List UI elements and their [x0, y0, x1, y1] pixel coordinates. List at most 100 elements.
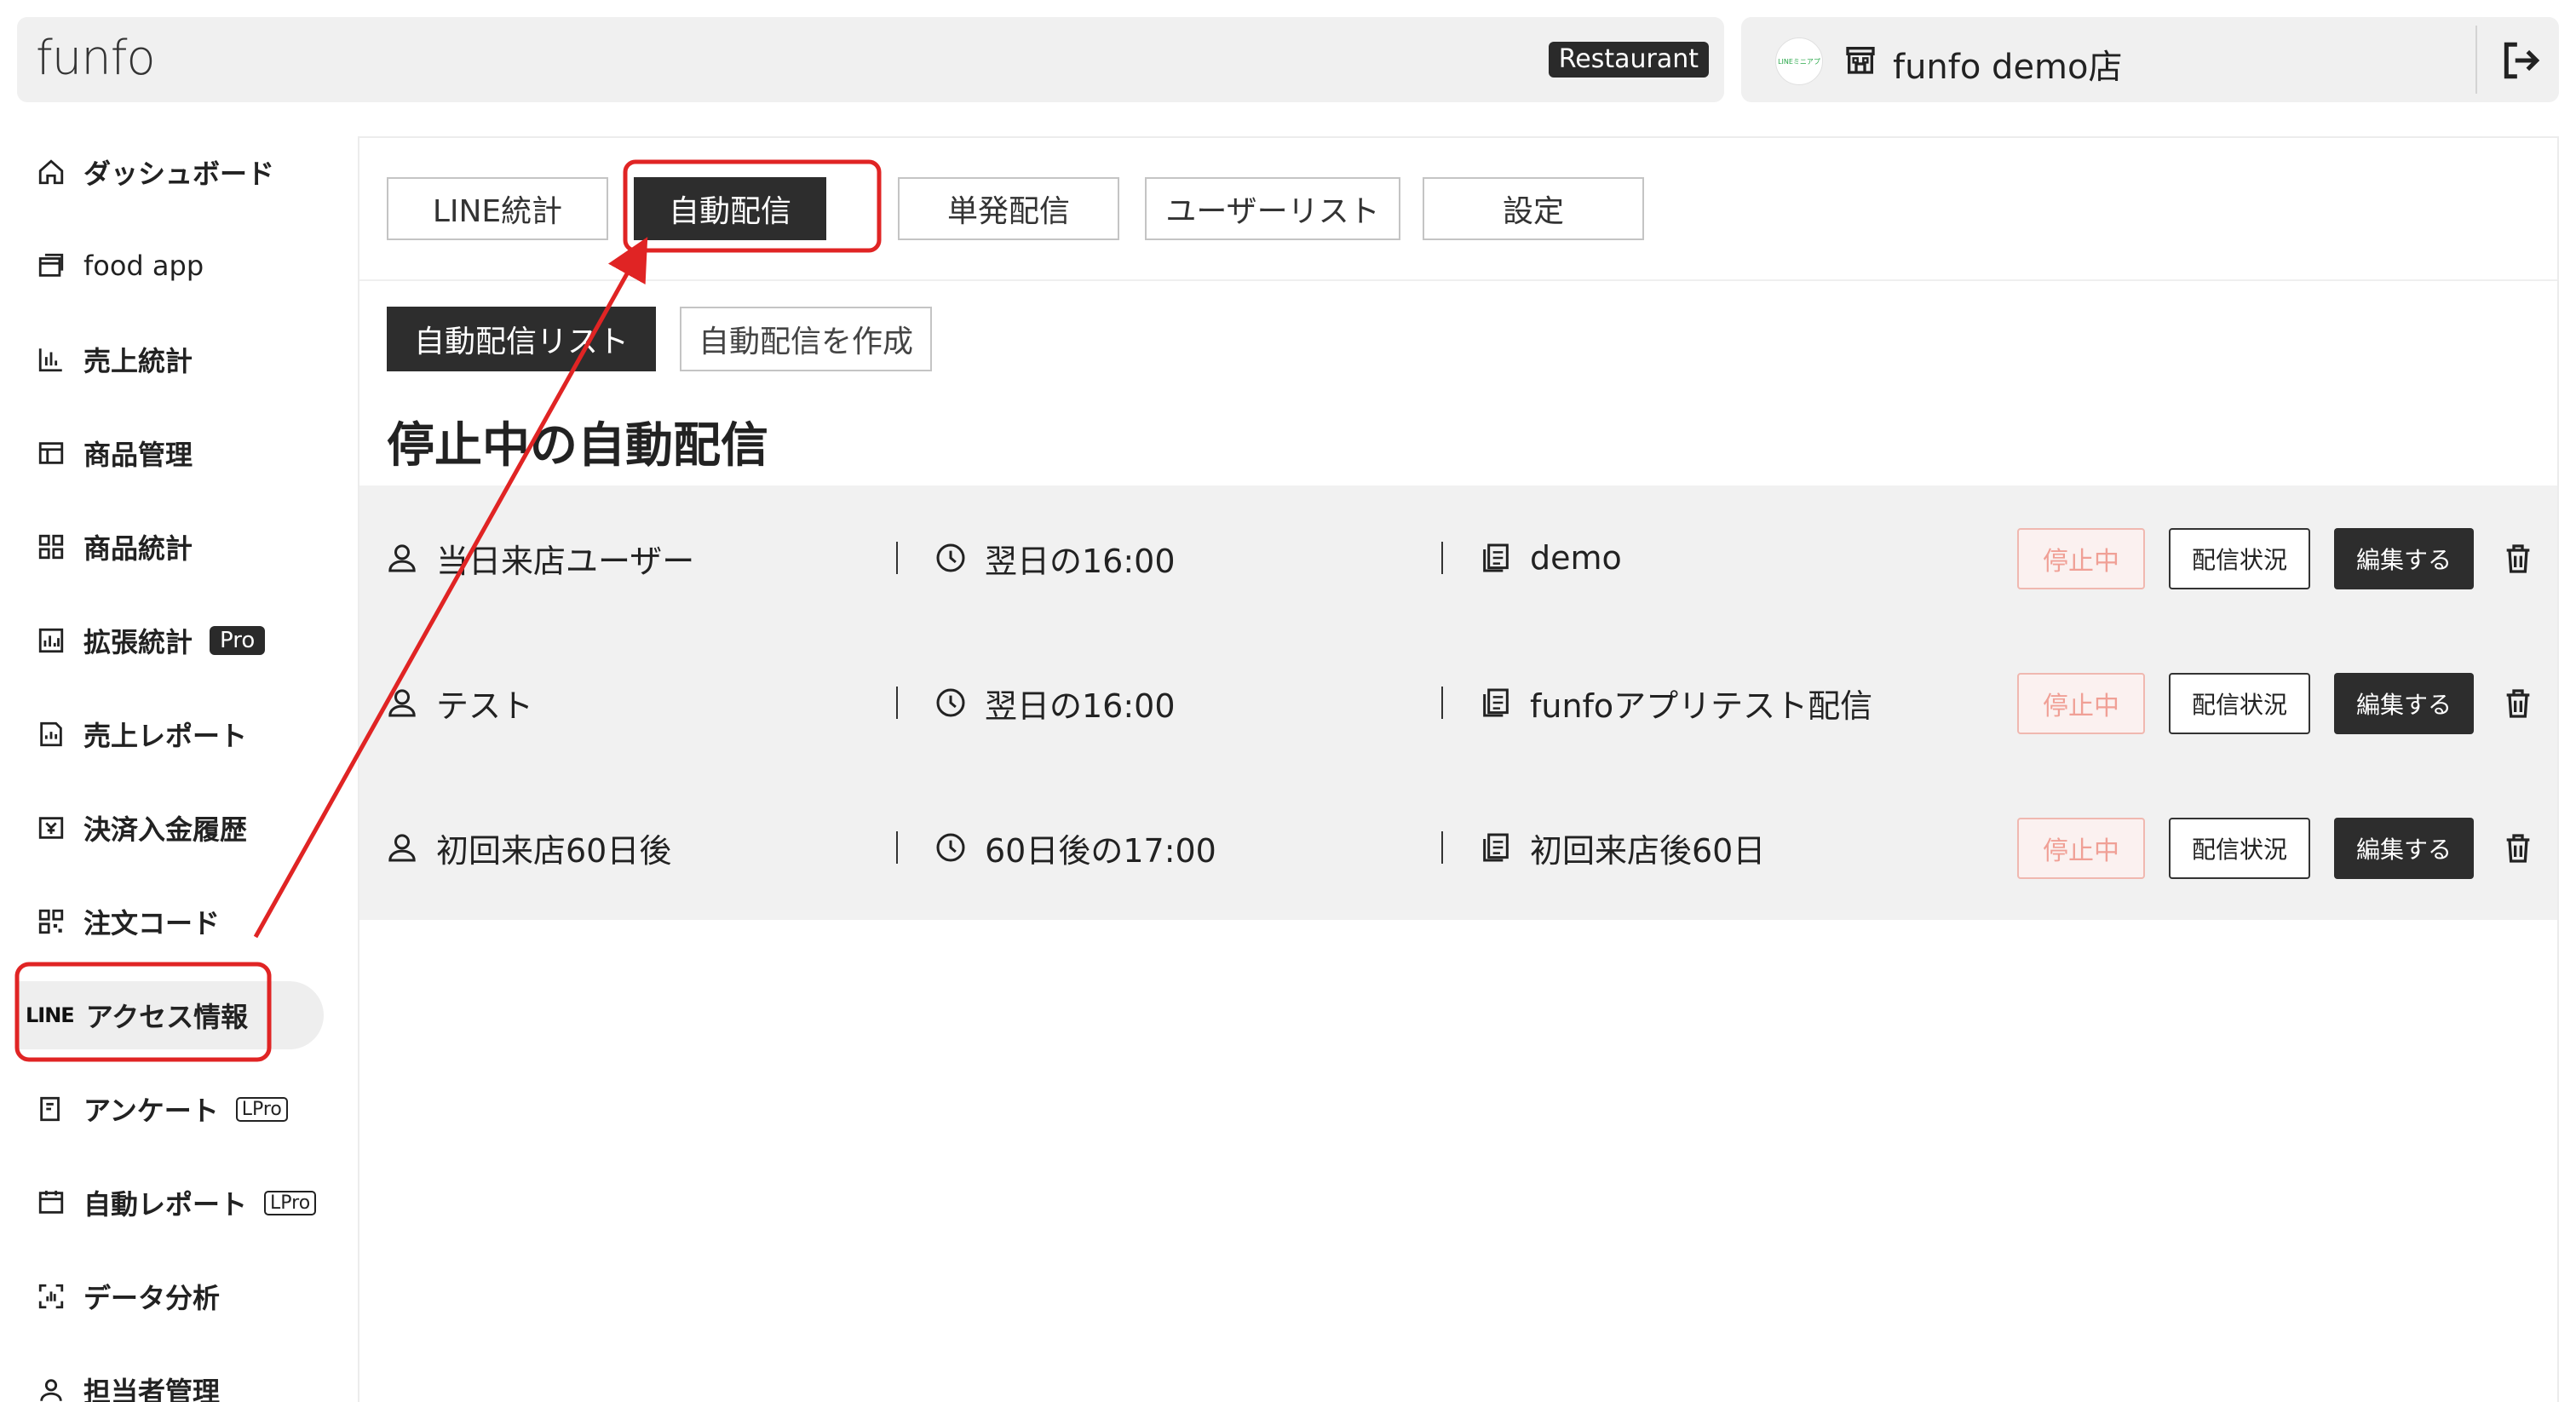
- logout-icon[interactable]: [2499, 39, 2542, 82]
- tab-auto-delivery[interactable]: 自動配信: [634, 177, 826, 240]
- subtab-auto-delivery-list[interactable]: 自動配信リスト: [387, 307, 656, 371]
- sidebar-item-data-analysis[interactable]: データ分析: [17, 1262, 324, 1330]
- document-icon: [1477, 684, 1515, 721]
- document-icon: [1477, 829, 1515, 866]
- edit-button[interactable]: 編集する: [2334, 818, 2474, 879]
- app-logo[interactable]: funfo: [36, 31, 156, 86]
- sidebar-item-label: 担当者管理: [83, 1376, 221, 1402]
- user-icon: [383, 829, 421, 866]
- stopped-badge[interactable]: 停止中: [2017, 673, 2145, 734]
- sidebar-item-label: 自動レポート: [83, 1188, 248, 1221]
- message-cell: funfoアプリテスト配信: [1477, 630, 1872, 775]
- lpro-badge: LPro: [235, 1096, 288, 1122]
- auto-report-icon: [34, 1186, 68, 1220]
- list-item: 当日来店ユーザー 翌日の16:00 demo 停止中 配信状況 編集する: [359, 486, 2557, 630]
- grid-icon: [34, 530, 68, 564]
- sidebar-item-label: 売上レポート: [83, 720, 248, 752]
- message-label: 初回来店後60日: [1530, 831, 1766, 870]
- sidebar-item-order-code[interactable]: 注文コード: [17, 888, 324, 956]
- divider: [896, 542, 898, 574]
- clock-icon: [932, 539, 969, 577]
- trash-icon[interactable]: [2501, 687, 2535, 721]
- staff-icon: [34, 1373, 68, 1402]
- survey-icon: [34, 1092, 68, 1126]
- divider: [896, 831, 898, 864]
- clock-icon: [932, 684, 969, 721]
- sidebar-item-label: 売上統計: [83, 345, 193, 377]
- message-cell: 初回来店後60日: [1477, 775, 1765, 920]
- payment-history-icon: [34, 811, 68, 845]
- message-label: demo: [1530, 539, 1622, 577]
- sidebar-item-label: 決済入金履歴: [83, 813, 248, 846]
- tab-user-list[interactable]: ユーザーリスト: [1145, 177, 1400, 240]
- divider: [1441, 687, 1443, 719]
- schedule-label: 60日後の17:00: [985, 831, 1216, 870]
- section-title: 停止中の自動配信: [387, 418, 768, 474]
- list-item: 初回来店60日後 60日後の17:00 初回来店後60日 停止中 配信状況 編集…: [359, 775, 2557, 920]
- delivery-status-button[interactable]: 配信状況: [2169, 818, 2310, 879]
- schedule-label: 翌日の16:00: [985, 687, 1176, 725]
- trash-icon[interactable]: [2501, 542, 2535, 576]
- delivery-status-button[interactable]: 配信状況: [2169, 528, 2310, 589]
- divider: [1441, 542, 1443, 574]
- delivery-status-button[interactable]: 配信状況: [2169, 673, 2310, 734]
- sidebar-item-sales-stats[interactable]: 売上統計: [17, 325, 324, 394]
- sidebar-item-product-stats[interactable]: 商品統計: [17, 513, 324, 581]
- line-icon: LINE: [26, 1003, 75, 1027]
- top-bar: funfo Restaurant: [17, 17, 1724, 102]
- stopped-badge[interactable]: 停止中: [2017, 818, 2145, 879]
- sidebar-item-label: food app: [83, 250, 204, 282]
- product-table-icon: [34, 436, 68, 470]
- sidebar-item-staff-management[interactable]: 担当者管理: [17, 1356, 324, 1402]
- list-item: テスト 翌日の16:00 funfoアプリテスト配信 停止中 配信状況 編集する: [359, 630, 2557, 775]
- sidebar-item-label: 注文コード: [83, 907, 221, 939]
- sidebar-item-label: アンケート: [83, 1095, 219, 1127]
- message-label: funfoアプリテスト配信: [1530, 687, 1873, 725]
- schedule-cell: 翌日の16:00: [932, 486, 1176, 630]
- sidebar-item-extended-stats[interactable]: 拡張統計 Pro: [17, 606, 324, 675]
- store-name[interactable]: funfo demo店: [1893, 39, 2123, 89]
- main-panel: LINE統計 自動配信 単発配信 ユーザーリスト 設定 自動配信リスト 自動配信…: [358, 136, 2559, 1402]
- report-icon: [34, 717, 68, 751]
- audience-label: 当日来店ユーザー: [436, 542, 695, 580]
- clock-icon: [932, 829, 969, 866]
- sidebar-item-line-access[interactable]: LINE アクセス情報: [17, 981, 324, 1049]
- tab-single-delivery[interactable]: 単発配信: [898, 177, 1119, 240]
- sidebar-item-product-management[interactable]: 商品管理: [17, 419, 324, 487]
- user-icon: [383, 684, 421, 721]
- home-icon: [34, 155, 68, 189]
- edit-button[interactable]: 編集する: [2334, 673, 2474, 734]
- schedule-label: 翌日の16:00: [985, 542, 1176, 580]
- sidebar-item-dashboard[interactable]: ダッシュボード: [17, 138, 324, 206]
- audience-cell: 初回来店60日後: [383, 775, 671, 920]
- sidebar-item-auto-report[interactable]: 自動レポート LPro: [17, 1169, 324, 1237]
- store-bar: LINEミニアプリ funfo demo店: [1741, 17, 2559, 102]
- tab-line-stats[interactable]: LINE統計: [387, 177, 608, 240]
- store-avatar: LINEミニアプリ: [1775, 37, 1823, 85]
- auto-delivery-list: 当日来店ユーザー 翌日の16:00 demo 停止中 配信状況 編集する テスト: [359, 486, 2557, 920]
- audience-label: テスト: [436, 687, 534, 725]
- sidebar-item-label: ダッシュボード: [83, 158, 275, 190]
- subtab-create-auto-delivery[interactable]: 自動配信を作成: [680, 307, 932, 371]
- audience-cell: テスト: [383, 630, 533, 775]
- audience-label: 初回来店60日後: [436, 831, 672, 870]
- pro-badge: Pro: [210, 626, 266, 655]
- audience-cell: 当日来店ユーザー: [383, 486, 694, 630]
- sidebar-item-label: アクセス情報: [85, 1001, 249, 1033]
- tabs-divider: [359, 279, 2557, 281]
- edit-button[interactable]: 編集する: [2334, 528, 2474, 589]
- sidebar-item-label: 拡張統計: [83, 626, 193, 658]
- trash-icon[interactable]: [2501, 831, 2535, 865]
- sidebar-item-food-app[interactable]: food app: [17, 232, 324, 300]
- sidebar-item-survey[interactable]: アンケート LPro: [17, 1075, 324, 1143]
- sidebar-item-payment-history[interactable]: 決済入金履歴: [17, 794, 324, 862]
- divider: [1441, 831, 1443, 864]
- lpro-badge: LPro: [264, 1190, 317, 1215]
- sidebar-item-label: データ分析: [83, 1282, 221, 1314]
- bar-chart-icon: [34, 342, 68, 376]
- schedule-cell: 60日後の17:00: [932, 775, 1216, 920]
- tab-settings[interactable]: 設定: [1423, 177, 1644, 240]
- sidebar-item-sales-report[interactable]: 売上レポート: [17, 700, 324, 768]
- stopped-badge[interactable]: 停止中: [2017, 528, 2145, 589]
- sidebar-item-label: 商品統計: [83, 532, 193, 565]
